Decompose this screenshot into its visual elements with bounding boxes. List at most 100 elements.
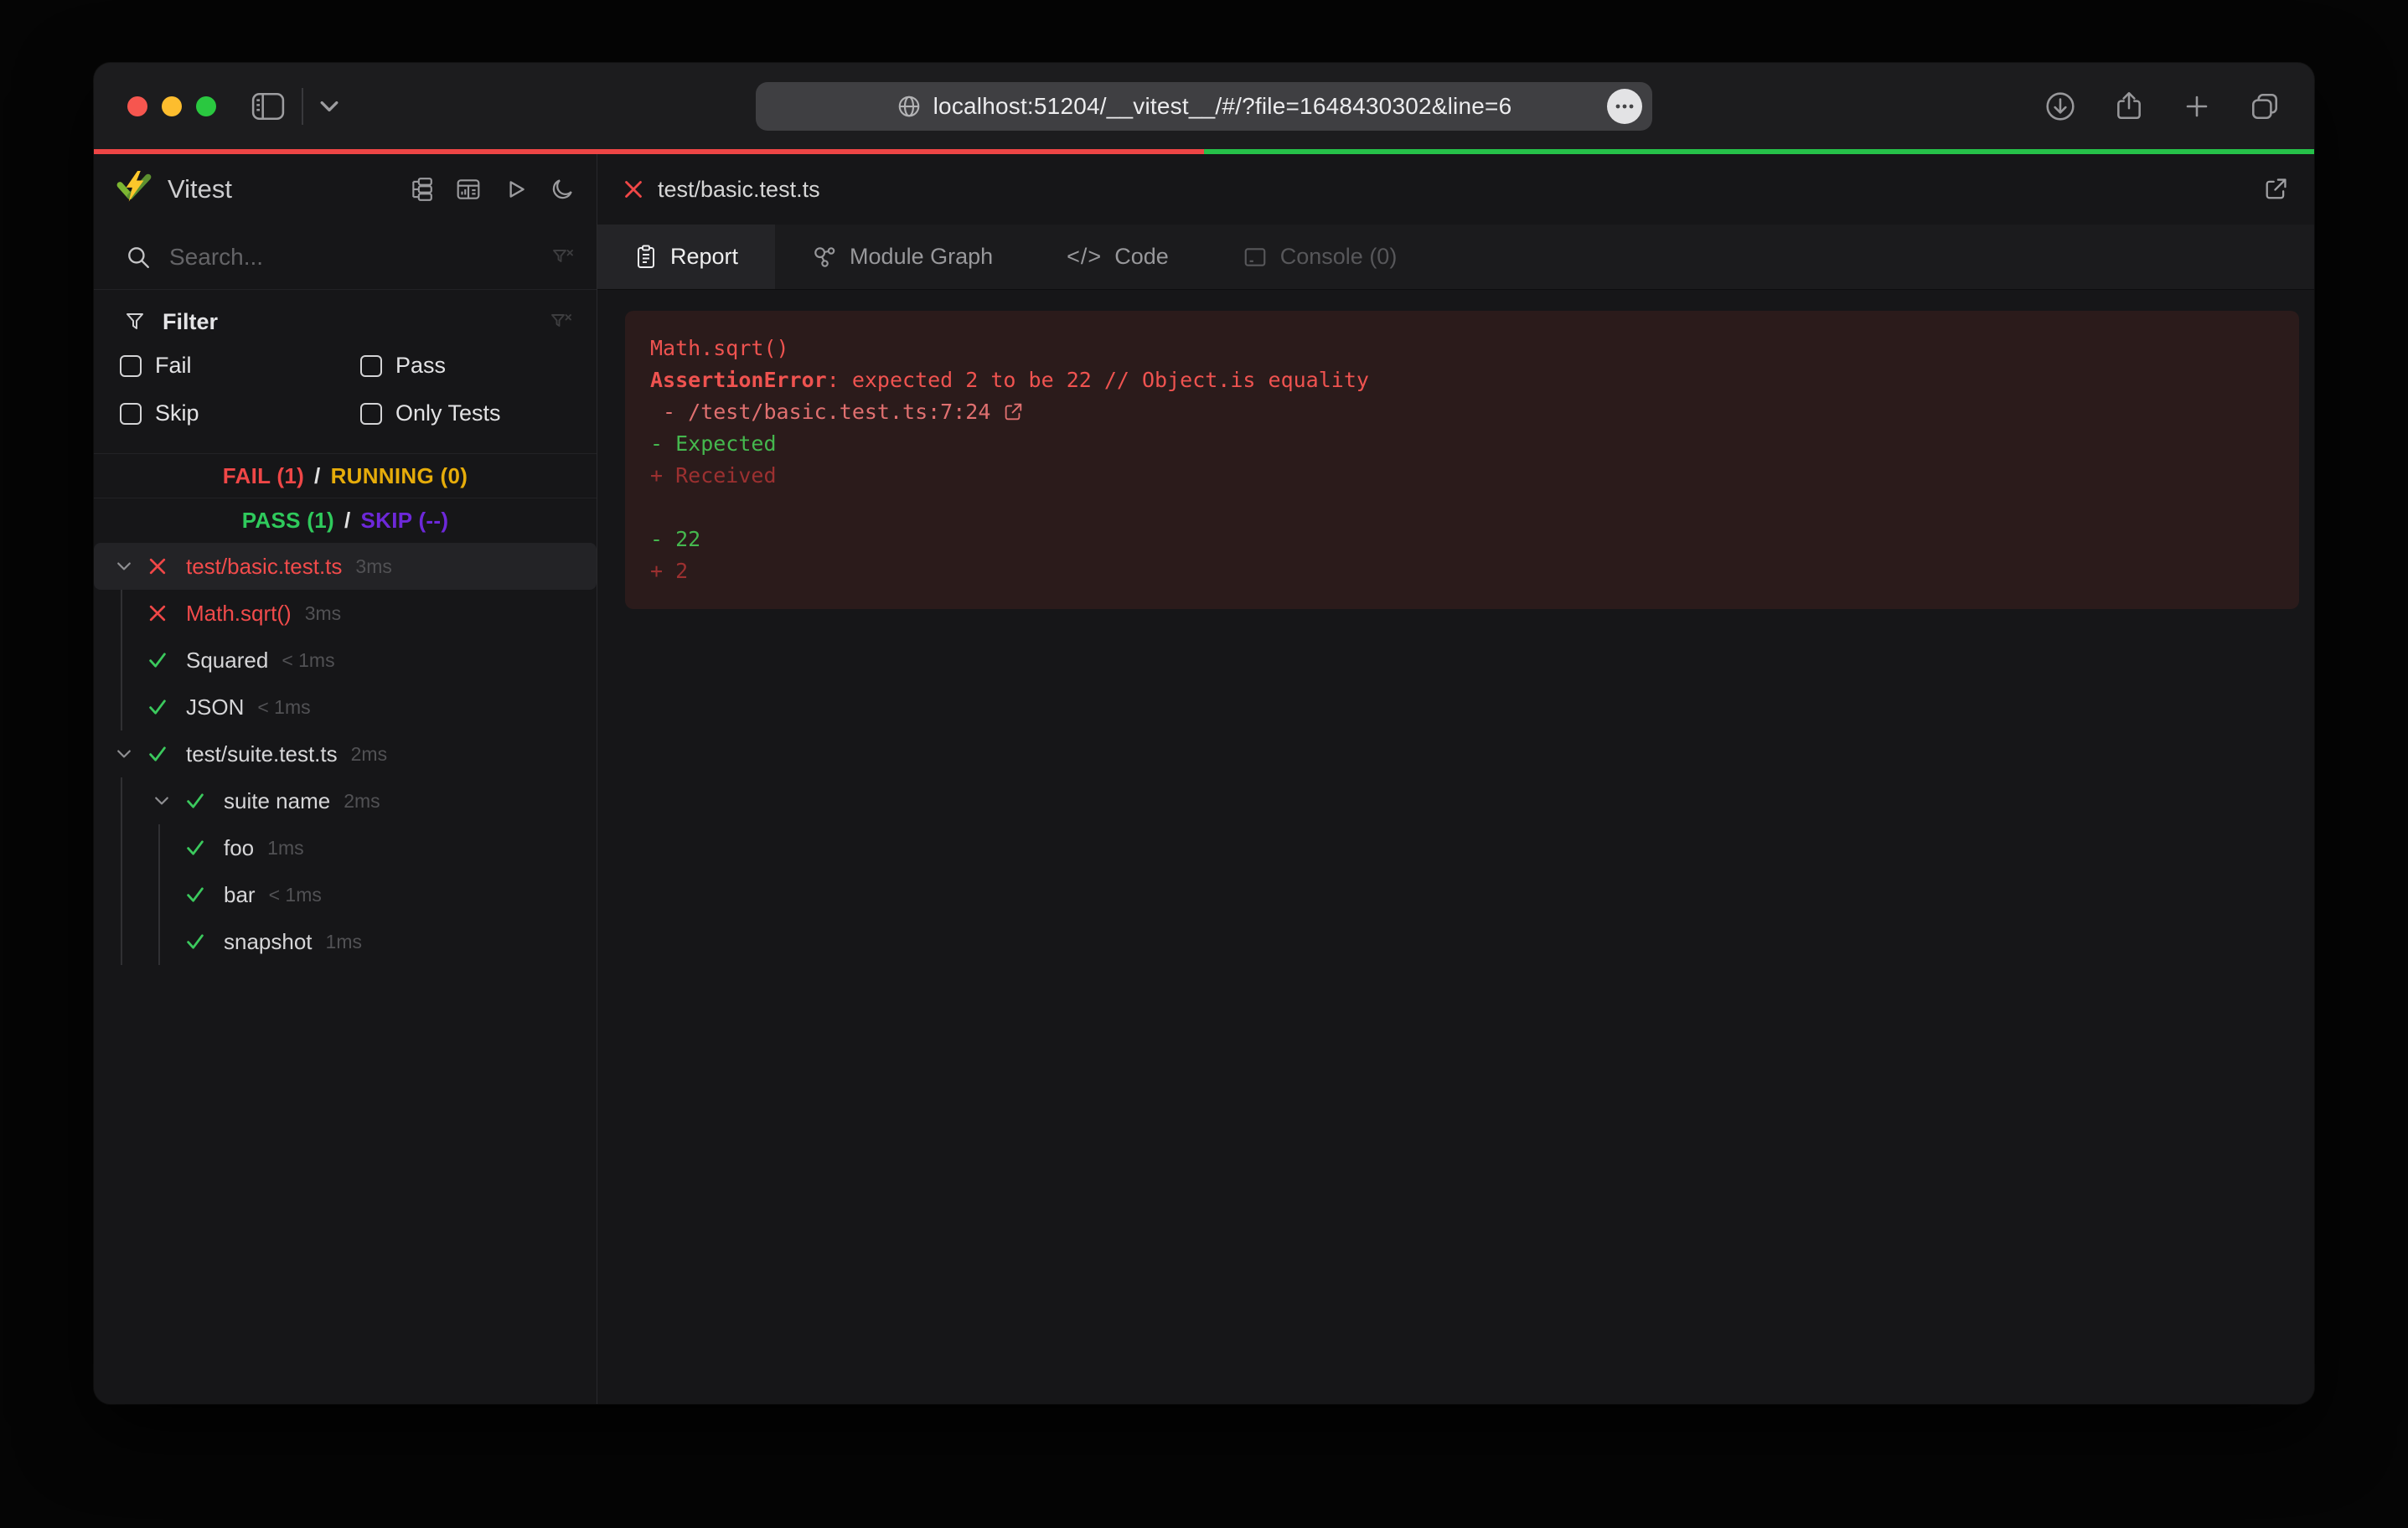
console-icon	[1243, 245, 1268, 270]
tree-row-suite-name[interactable]: suite name 2ms	[94, 777, 597, 824]
test-duration: 3ms	[305, 602, 341, 625]
test-label: Math.sqrt()	[186, 601, 292, 627]
tree-row-test-bar[interactable]: bar < 1ms	[94, 871, 597, 918]
diff-expected-label: - Expected	[650, 428, 2274, 460]
checkbox-icon[interactable]	[120, 403, 142, 425]
zoom-window-button[interactable]	[196, 96, 216, 116]
checkbox-icon[interactable]	[360, 403, 382, 425]
sidebar-header: Vitest	[94, 154, 597, 225]
test-duration: 3ms	[355, 555, 391, 578]
pass-icon	[183, 885, 207, 905]
search-input[interactable]	[169, 244, 551, 271]
tab-module-graph[interactable]: Module Graph	[775, 225, 1030, 289]
pass-icon	[183, 838, 207, 858]
tab-report[interactable]: Report	[597, 225, 775, 289]
external-link-icon[interactable]	[1002, 401, 1024, 423]
chevron-down-icon[interactable]	[150, 794, 173, 808]
minimize-window-button[interactable]	[162, 96, 182, 116]
diff-blank-line	[650, 492, 2274, 524]
filter-icon	[124, 310, 147, 333]
search-row	[94, 225, 597, 290]
tree-row-test-foo[interactable]: foo 1ms	[94, 824, 597, 871]
test-duration: 2ms	[344, 790, 380, 813]
module-graph-icon	[812, 245, 837, 270]
run-all-icon[interactable]	[503, 177, 528, 202]
tab-code[interactable]: </> Code	[1030, 225, 1206, 289]
dashboard-icon[interactable]	[456, 177, 481, 202]
share-icon[interactable]	[2113, 90, 2145, 122]
summary-row-pass-skip: PASS (1) / SKIP (--)	[94, 498, 597, 543]
tab-console[interactable]: Console (0)	[1206, 225, 1434, 289]
vitest-logo-icon	[116, 170, 154, 209]
tree-row-test-math-sqrt[interactable]: Math.sqrt() 3ms	[94, 590, 597, 637]
tab-label: Code	[1114, 244, 1169, 270]
diff-expected-value: - 22	[650, 524, 2274, 555]
clear-filter-icon[interactable]	[550, 310, 573, 333]
filter-title: Filter	[163, 309, 218, 335]
file-name: test/basic.test.ts	[658, 177, 820, 203]
summary-separator: /	[344, 508, 351, 534]
file-header: test/basic.test.ts	[597, 154, 2314, 225]
app-title: Vitest	[168, 174, 232, 204]
close-window-button[interactable]	[127, 96, 147, 116]
fail-icon	[623, 178, 644, 200]
test-duration: < 1ms	[257, 696, 310, 719]
url-bar[interactable]: localhost:51204/__vitest__/#/?file=16484…	[756, 82, 1652, 131]
dark-mode-icon[interactable]	[550, 177, 575, 202]
checkbox-icon[interactable]	[360, 355, 382, 377]
filter-checkbox-pass[interactable]: Pass	[360, 342, 597, 390]
pass-icon	[183, 791, 207, 811]
traffic-lights	[127, 96, 216, 116]
error-report-card: Math.sqrt() AssertionError: expected 2 t…	[625, 311, 2299, 609]
tree-row-file-basic[interactable]: test/basic.test.ts 3ms	[94, 543, 597, 590]
tree-row-file-suite[interactable]: test/suite.test.ts 2ms	[94, 730, 597, 777]
chevron-down-icon[interactable]	[112, 747, 136, 761]
test-tree: test/basic.test.ts 3ms Math.sqrt() 3ms	[94, 543, 597, 1404]
globe-icon	[897, 94, 922, 119]
checkbox-label: Only Tests	[395, 400, 501, 426]
tabs-overview-icon[interactable]	[2249, 90, 2281, 122]
tree-row-test-json[interactable]: JSON < 1ms	[94, 684, 597, 730]
test-duration: < 1ms	[269, 884, 322, 906]
test-label: snapshot	[224, 929, 313, 955]
tree-row-test-snapshot[interactable]: snapshot 1ms	[94, 918, 597, 965]
error-name: AssertionError	[650, 364, 827, 396]
error-message: : expected 2 to be 22 // Object.is equal…	[827, 364, 1369, 396]
test-duration: 1ms	[326, 931, 362, 953]
filter-section: Filter Fail Pass	[94, 290, 597, 453]
download-icon[interactable]	[2044, 90, 2076, 122]
browser-toolbar: localhost:51204/__vitest__/#/?file=16484…	[94, 63, 2314, 149]
test-duration: < 1ms	[282, 649, 334, 672]
test-label: suite name	[224, 788, 330, 814]
tree-view-icon[interactable]	[409, 177, 434, 202]
stack-trace-link[interactable]: - /test/basic.test.ts:7:24	[650, 396, 2274, 428]
code-icon: </>	[1067, 244, 1102, 270]
filter-checkbox-only-tests[interactable]: Only Tests	[360, 390, 597, 437]
sidebar-toggle-icon[interactable]	[251, 92, 285, 121]
search-icon	[126, 245, 151, 270]
running-count: RUNNING (0)	[331, 463, 468, 489]
sidebar: Vitest	[94, 154, 597, 1404]
diff-received-label: + Received	[650, 460, 2274, 492]
pass-count: PASS (1)	[242, 508, 334, 534]
test-duration: 1ms	[267, 837, 303, 860]
open-in-editor-icon[interactable]	[2262, 176, 2289, 203]
skip-count: SKIP (--)	[361, 508, 449, 534]
chevron-down-icon[interactable]	[112, 560, 136, 573]
new-tab-icon[interactable]	[2182, 91, 2212, 121]
filter-checkbox-fail[interactable]: Fail	[120, 342, 360, 390]
run-summary: FAIL (1) / RUNNING (0) PASS (1) / SKIP (…	[94, 453, 597, 543]
checkbox-icon[interactable]	[120, 355, 142, 377]
browser-window: localhost:51204/__vitest__/#/?file=16484…	[94, 63, 2314, 1404]
test-label: foo	[224, 835, 254, 861]
chevron-down-icon[interactable]	[320, 101, 338, 112]
checkbox-label: Pass	[395, 353, 446, 379]
summary-separator: /	[314, 463, 321, 489]
clear-search-filter-icon[interactable]	[551, 245, 575, 269]
filter-checkbox-skip[interactable]: Skip	[120, 390, 360, 437]
test-duration: 2ms	[351, 743, 387, 766]
url-text: localhost:51204/__vitest__/#/?file=16484…	[933, 93, 1512, 120]
tree-row-test-squared[interactable]: Squared < 1ms	[94, 637, 597, 684]
ellipsis-icon[interactable]	[1607, 89, 1642, 124]
pass-icon	[146, 650, 169, 670]
